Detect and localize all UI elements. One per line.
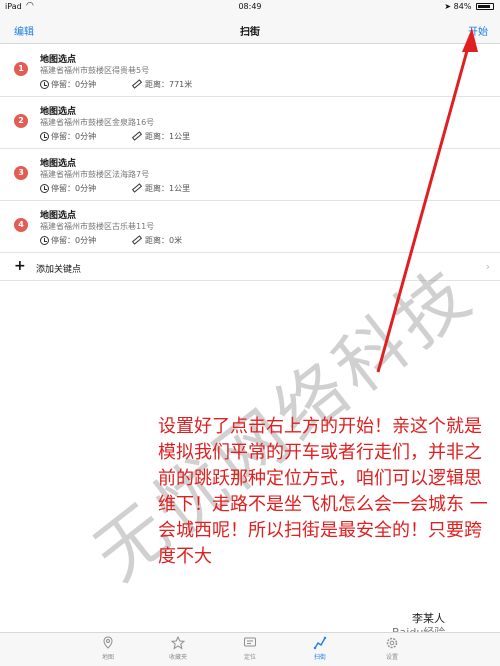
list-item[interactable]: 2 地图选点 福建省福州市鼓楼区金泉路16号 停留：0分钟 距离：1公里 (0, 97, 500, 149)
point-stay: 停留：0分钟 (40, 235, 96, 246)
tab-label: 定位 (243, 654, 256, 661)
point-title: 地图选点 (40, 55, 77, 65)
tab-label: 地图 (101, 654, 114, 661)
list-item[interactable]: 1 地图选点 福建省福州市鼓楼区得贵巷5号 停留：0分钟 距离：771米 (0, 45, 500, 97)
tab-favorites[interactable]: 收藏夹 (148, 636, 208, 661)
page-title: 扫街 (240, 27, 260, 38)
map-pin-icon (103, 636, 113, 649)
ruler-icon (131, 79, 143, 89)
point-distance: 距离：0米 (131, 235, 183, 246)
point-title: 地图选点 (40, 211, 77, 221)
annotation-text: 设置好了点击右上方的开始！亲这个就是模拟我们平常的开车或者行走们，并非之前的跳跃… (158, 416, 488, 567)
point-distance: 距离：1公里 (131, 131, 191, 142)
battery-icon (476, 3, 494, 10)
plus-icon: + (14, 258, 26, 274)
point-stay-text: 停留：0分钟 (51, 80, 97, 89)
point-address: 福建省福州市鼓楼区法海路7号 (40, 170, 150, 179)
point-stay: 停留：0分钟 (40, 79, 96, 90)
point-title: 地图选点 (40, 159, 77, 169)
point-number-badge: 4 (14, 218, 28, 232)
ruler-icon (131, 235, 143, 245)
tab-map[interactable]: 地图 (78, 636, 138, 661)
list-item[interactable]: 3 地图选点 福建省福州市鼓楼区法海路7号 停留：0分钟 距离：1公里 (0, 149, 500, 201)
tab-bar: 地图 收藏夹 定位 扫街 设置 (0, 632, 500, 666)
point-number-badge: 2 (14, 114, 28, 128)
clock-icon (40, 132, 49, 141)
chevron-right-icon: › (485, 260, 490, 273)
battery-indicator: ➤ 84% (444, 2, 494, 11)
point-number-badge: 3 (14, 166, 28, 180)
clock-icon (40, 236, 49, 245)
tab-locate[interactable]: 定位 (220, 636, 280, 661)
route-icon (313, 636, 327, 650)
message-icon (244, 637, 256, 647)
point-stay-text: 停留：0分钟 (51, 132, 97, 141)
point-address: 福建省福州市鼓楼区金泉路16号 (40, 118, 155, 127)
edit-button[interactable]: 编辑 (14, 23, 34, 38)
tab-street-scan[interactable]: 扫街 (290, 636, 350, 661)
tab-label: 设置 (385, 654, 398, 661)
point-distance-text: 距离：1公里 (145, 132, 191, 141)
point-distance-text: 距离：0米 (145, 236, 183, 245)
add-key-point-label: 添加关键点 (36, 265, 82, 275)
star-icon (171, 636, 185, 650)
point-address: 福建省福州市鼓楼区得贵巷5号 (40, 66, 150, 75)
tab-label: 扫街 (313, 654, 326, 661)
point-stay-text: 停留：0分钟 (51, 236, 97, 245)
location-icon: ➤ (444, 2, 452, 11)
point-distance: 距离：1公里 (131, 183, 191, 194)
start-button[interactable]: 开始 (468, 23, 488, 38)
point-distance-text: 距离：771米 (145, 80, 193, 89)
battery-percent: 84% (453, 2, 472, 11)
gear-icon (386, 637, 398, 649)
point-stay-text: 停留：0分钟 (51, 184, 97, 193)
status-time: 08:49 (238, 2, 262, 11)
point-number-badge: 1 (14, 62, 28, 76)
point-address: 福建省福州市鼓楼区古乐巷11号 (40, 222, 155, 231)
point-title: 地图选点 (40, 107, 77, 117)
point-stay: 停留：0分钟 (40, 131, 96, 142)
status-bar: iPad ◠ 08:49 ➤ 84% (0, 0, 500, 14)
key-point-list: 1 地图选点 福建省福州市鼓楼区得贵巷5号 停留：0分钟 距离：771米 2 地… (0, 45, 500, 281)
add-key-point-button[interactable]: + 添加关键点 › (0, 253, 500, 281)
clock-icon (40, 80, 49, 89)
list-item[interactable]: 4 地图选点 福建省福州市鼓楼区古乐巷11号 停留：0分钟 距离：0米 (0, 201, 500, 253)
ruler-icon (131, 131, 143, 141)
tab-label: 收藏夹 (168, 654, 187, 661)
point-distance: 距离：771米 (131, 79, 193, 90)
nav-bar: 编辑 扫街 开始 (0, 14, 500, 44)
clock-icon (40, 184, 49, 193)
tab-settings[interactable]: 设置 (362, 636, 422, 661)
ruler-icon (131, 183, 143, 193)
point-stay: 停留：0分钟 (40, 183, 96, 194)
point-distance-text: 距离：1公里 (145, 184, 191, 193)
